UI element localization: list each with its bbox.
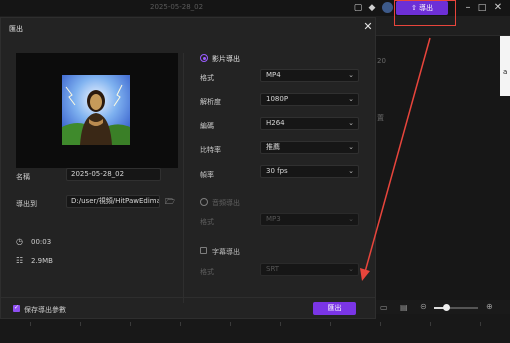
framerate-select[interactable]: 30 fps ⌄ xyxy=(260,165,359,178)
subtitle-format-select[interactable]: SRT ⌄ xyxy=(260,263,359,276)
audio-export-label: 音頻導出 xyxy=(212,199,240,207)
encoder-value: H264 xyxy=(266,119,285,127)
export-to-label: 導出到 xyxy=(16,200,37,208)
export-button[interactable]: 匯出 xyxy=(313,302,356,315)
chevron-down-icon: ⌄ xyxy=(348,167,354,175)
dialog-title: 匯出 xyxy=(9,25,23,33)
resolution-value: 1080P xyxy=(266,95,289,103)
format-label: 格式 xyxy=(200,74,214,82)
minimize-icon[interactable]: – xyxy=(462,2,474,14)
bitrate-select[interactable]: 推薦 ⌄ xyxy=(260,141,359,154)
framerate-label: 幀率 xyxy=(200,171,214,179)
subtitle-format-label: 格式 xyxy=(200,268,214,276)
save-params-label: 保存導出參數 xyxy=(24,306,66,314)
file-size-value: 2.9MB xyxy=(31,257,53,265)
encoder-select[interactable]: H264 ⌄ xyxy=(260,117,359,130)
resolution-select[interactable]: 1080P ⌄ xyxy=(260,93,359,106)
duration-value: 00:03 xyxy=(31,238,52,246)
right-peek-text: a xyxy=(503,68,508,76)
resolution-label: 解析度 xyxy=(200,98,221,106)
annotation-highlight-box xyxy=(394,0,456,26)
zoom-slider-knob[interactable] xyxy=(443,304,450,311)
zoom-in-icon[interactable]: ⊕ xyxy=(486,302,493,311)
chevron-down-icon: ⌄ xyxy=(348,71,354,79)
column-divider xyxy=(183,53,184,303)
export-path-input[interactable]: D:/user/視頻/HitPawEdimakor xyxy=(66,195,160,208)
right-peek-text: 置 xyxy=(377,114,384,122)
file-size-icon: ☷ xyxy=(16,256,24,265)
shield-icon[interactable]: ◆ xyxy=(366,2,378,14)
video-format-value: MP4 xyxy=(266,71,281,79)
chevron-down-icon: ⌄ xyxy=(348,119,354,127)
chevron-down-icon: ⌄ xyxy=(348,95,354,103)
audio-export-radio[interactable] xyxy=(200,198,208,206)
preview-thumbnail xyxy=(62,75,130,145)
subtitle-export-checkbox[interactable] xyxy=(200,247,207,254)
video-export-radio[interactable] xyxy=(200,54,208,62)
window-close-icon[interactable]: ✕ xyxy=(492,2,504,14)
bitrate-value: 推薦 xyxy=(266,143,280,151)
name-label: 名稱 xyxy=(16,173,30,181)
chevron-down-icon: ⌄ xyxy=(348,265,354,273)
encoder-label: 編碼 xyxy=(200,122,214,130)
audio-format-select[interactable]: MP3 ⌄ xyxy=(260,213,359,226)
video-export-label: 影片導出 xyxy=(212,55,240,63)
audio-format-value: MP3 xyxy=(266,215,281,223)
maximize-icon[interactable]: □ xyxy=(476,2,488,14)
right-peek-text: 20 xyxy=(377,57,386,65)
right-panel-white-area xyxy=(500,36,510,96)
clock-icon: ◷ xyxy=(16,237,23,246)
folder-icon[interactable]: 🗁 xyxy=(165,196,175,210)
right-panel xyxy=(376,16,510,302)
framerate-value: 30 fps xyxy=(266,167,288,175)
bitrate-label: 比特率 xyxy=(200,146,221,154)
dialog-header xyxy=(1,18,375,38)
zoom-out-icon[interactable]: ⊝ xyxy=(420,302,427,311)
message-icon[interactable]: ▢ xyxy=(352,2,364,14)
split-icon[interactable]: ▭ xyxy=(380,303,388,312)
subtitle-format-value: SRT xyxy=(266,265,280,273)
chevron-down-icon: ⌄ xyxy=(348,215,354,223)
video-format-select[interactable]: MP4 ⌄ xyxy=(260,69,359,82)
avatar[interactable] xyxy=(382,2,393,13)
close-icon[interactable]: ✕ xyxy=(362,21,374,33)
video-preview xyxy=(16,53,178,168)
subtitle-export-label: 字幕導出 xyxy=(212,248,240,256)
chevron-down-icon: ⌄ xyxy=(348,143,354,151)
audio-format-label: 格式 xyxy=(200,218,214,226)
name-input[interactable]: 2025-05-28_02 xyxy=(66,168,161,181)
export-dialog: 匯出 ✕ 名稱 2025-05-28_02 導出到 D:/user/視頻/Hit… xyxy=(0,17,376,319)
footer-divider xyxy=(1,297,375,298)
project-title: 2025-05-28_02 xyxy=(150,3,204,11)
save-params-checkbox[interactable] xyxy=(13,304,20,312)
link-icon[interactable]: ▤ xyxy=(400,303,408,312)
